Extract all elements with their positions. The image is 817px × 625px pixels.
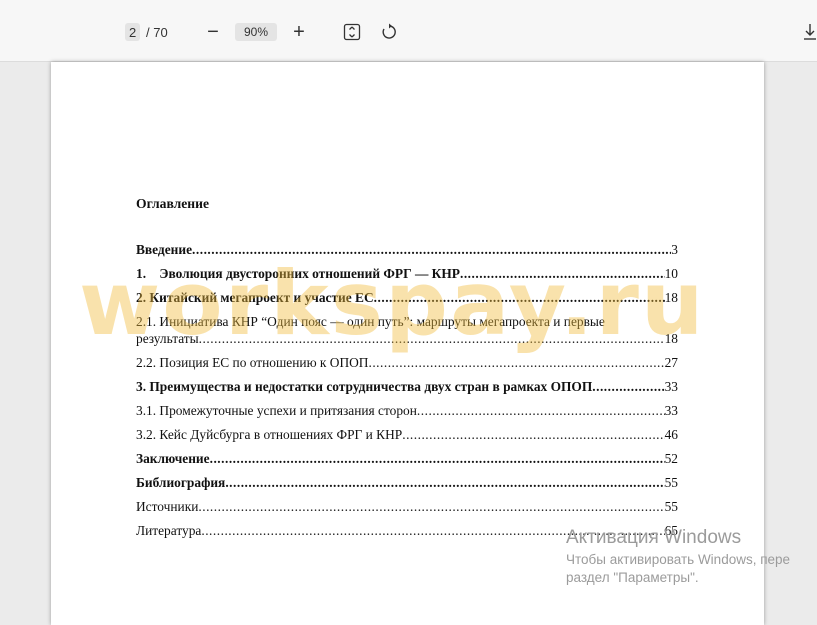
windows-activation-notice: Активация Windows Чтобы активировать Win… (566, 527, 790, 585)
toc-entry: 3. Преимущества и недостатки сотрудничес… (136, 379, 678, 395)
rotate-icon[interactable] (379, 22, 399, 42)
zoom-level[interactable]: 90% (235, 23, 277, 41)
download-icon[interactable] (802, 22, 817, 42)
toc-entry-line1: 2.1. Инициатива КНР “Один пояс — один пу… (136, 314, 605, 329)
fit-page-icon[interactable] (342, 22, 362, 42)
activation-title: Активация Windows (566, 527, 742, 548)
toc-entry: Введение3 (136, 242, 678, 258)
zoom-out-button[interactable]: − (203, 20, 223, 44)
toc-entry: 1. Эволюция двусторонних отношений ФРГ —… (136, 266, 678, 282)
toc-entry: Библиография55 (136, 475, 678, 491)
page-number-input[interactable]: 2 (125, 23, 141, 41)
toc-entry: Заключение52 (136, 451, 678, 467)
toc-entry: Источники55 (136, 499, 678, 515)
activation-line: Чтобы активировать Windows, пере (566, 552, 791, 567)
toc-entry: 2. Китайский мегапроект и участие ЕС18 (136, 290, 678, 306)
zoom-in-button[interactable]: + (289, 20, 309, 44)
page-total: / 70 (146, 24, 168, 40)
toc-entry: 3.1. Промежуточные успехи и притязания с… (136, 403, 678, 419)
pdf-toolbar: 2 / 70 − 90% + (0, 0, 817, 62)
toc-entry: 2.2. Позиция ЕС по отношению к ОПОП27 (136, 355, 678, 371)
toc-entry: результаты18 (136, 331, 678, 347)
toc-heading: Оглавление (136, 196, 209, 211)
activation-line: раздел "Параметры". (566, 570, 699, 585)
toc-entry: 3.2. Кейс Дуйсбурга в отношениях ФРГ и К… (136, 427, 678, 443)
